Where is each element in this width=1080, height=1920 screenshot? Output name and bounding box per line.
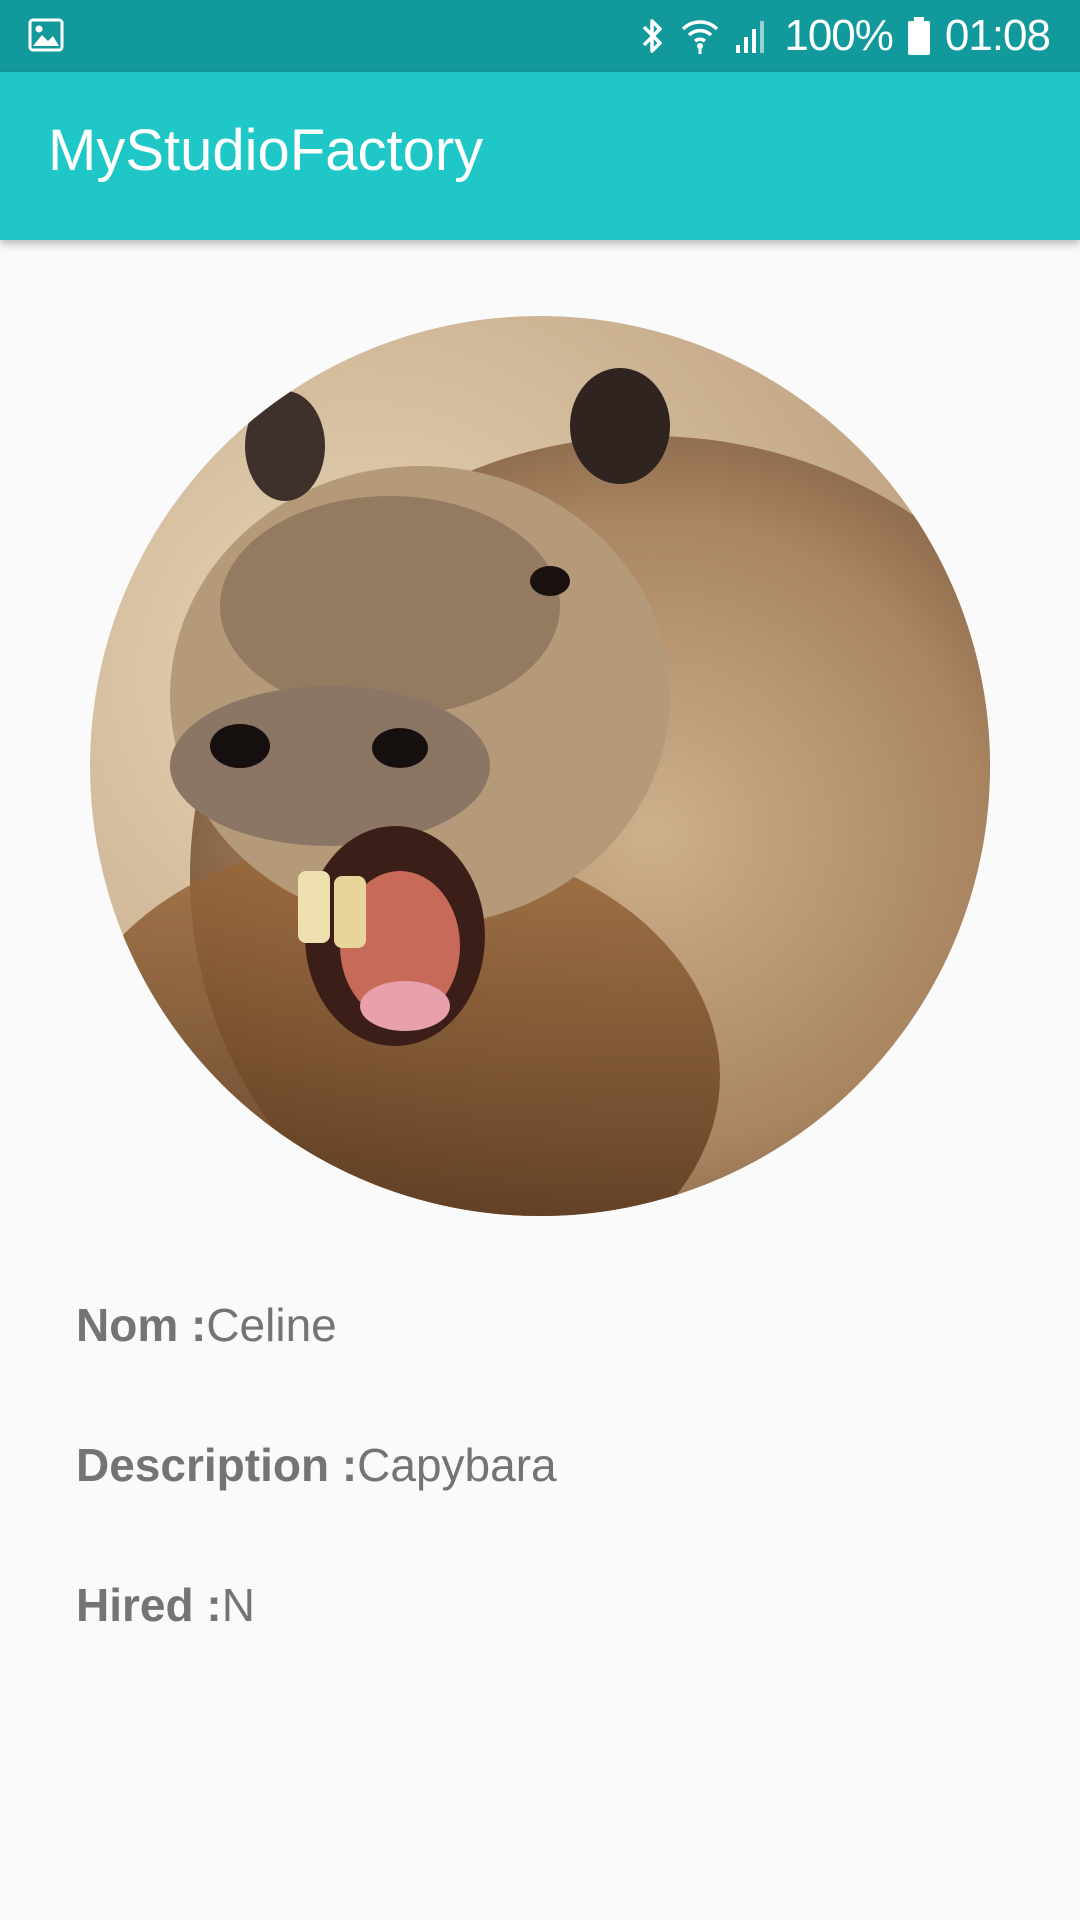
name-label: Nom : (76, 1299, 207, 1351)
app-title: MyStudioFactory (48, 118, 484, 183)
battery-icon (907, 16, 931, 56)
status-icons: 100% 01:08 (640, 0, 1051, 72)
description-row: Description :Capybara (76, 1442, 557, 1488)
signal-icon (734, 17, 770, 55)
battery-percentage: 100% (784, 11, 894, 60)
description-value: Capybara (357, 1439, 557, 1491)
capybara-photo (90, 316, 990, 1216)
profile-photo (90, 316, 990, 1216)
description-label: Description : (76, 1439, 358, 1491)
status-time: 01:08 (944, 11, 1051, 60)
hired-value: N (221, 1579, 255, 1631)
status-bar: 100% 01:08 (0, 0, 1080, 72)
bluetooth-icon (640, 16, 666, 56)
name-value: Celine (206, 1299, 337, 1351)
gallery-notification-icon (28, 18, 64, 52)
hired-row: Hired :N (76, 1582, 255, 1628)
wifi-icon (680, 16, 720, 56)
name-row: Nom :Celine (76, 1302, 337, 1348)
hired-label: Hired : (76, 1579, 222, 1631)
app-bar: MyStudioFactory (0, 72, 1080, 240)
